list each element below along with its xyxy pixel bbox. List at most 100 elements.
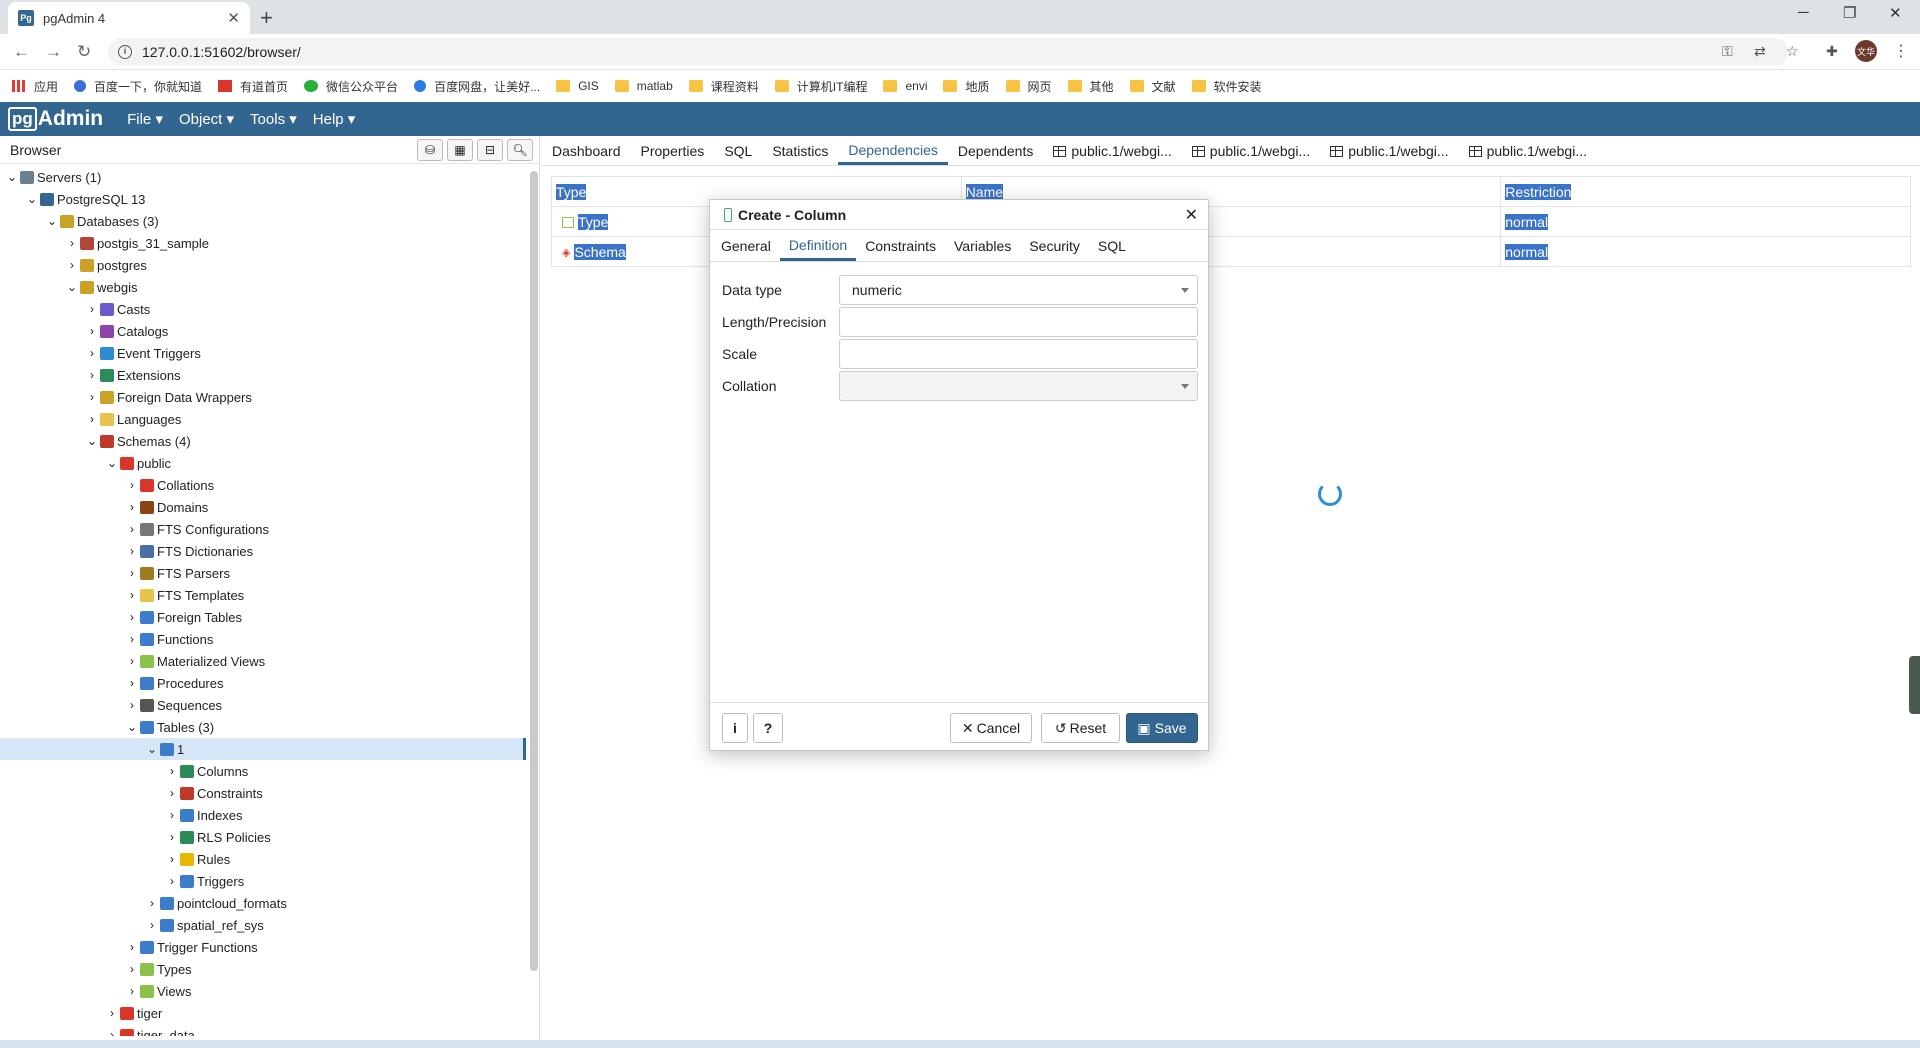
view-data-icon[interactable]: ▦: [447, 139, 473, 161]
menu-file[interactable]: File ▾: [127, 110, 163, 128]
tab-properties[interactable]: Properties: [631, 137, 715, 165]
tree-node[interactable]: › Event Triggers: [0, 342, 525, 364]
dialog-tab-definition[interactable]: Definition: [779, 231, 857, 261]
tree-node[interactable]: ⌄ Tables (3): [0, 716, 525, 738]
tree-node[interactable]: ⌄ 1: [0, 738, 525, 760]
chevron-right-icon[interactable]: ›: [84, 390, 100, 404]
key-icon[interactable]: ⚿: [1722, 43, 1733, 60]
bookmark-item[interactable]: 地质: [943, 78, 990, 95]
tree-node[interactable]: › FTS Configurations: [0, 518, 525, 540]
chevron-right-icon[interactable]: ›: [84, 368, 100, 382]
tree-node[interactable]: › Rules: [0, 848, 525, 870]
tree-node[interactable]: › tiger: [0, 1002, 525, 1024]
bookmark-item[interactable]: GIS: [556, 79, 599, 93]
tree-node[interactable]: › FTS Templates: [0, 584, 525, 606]
menu-tools[interactable]: Tools ▾: [250, 110, 297, 128]
tree-node[interactable]: › Extensions: [0, 364, 525, 386]
close-tab-icon[interactable]: ✕: [227, 9, 240, 27]
chevron-right-icon[interactable]: ›: [124, 962, 140, 976]
dialog-tab-variables[interactable]: Variables: [945, 231, 1020, 261]
chevron-right-icon[interactable]: ›: [124, 478, 140, 492]
tree-node[interactable]: › Collations: [0, 474, 525, 496]
tab-public-1-webgi-9[interactable]: public.1/webgi...: [1459, 137, 1597, 165]
tree-node[interactable]: › Indexes: [0, 804, 525, 826]
tab-dashboard[interactable]: Dashboard: [542, 137, 631, 165]
tree-node[interactable]: ⌄ Databases (3): [0, 210, 525, 232]
bookmark-item[interactable]: 其他: [1067, 78, 1114, 95]
tab-public-1-webgi-7[interactable]: public.1/webgi...: [1182, 137, 1320, 165]
side-handle[interactable]: [1909, 656, 1920, 714]
tree-node[interactable]: › Constraints: [0, 782, 525, 804]
bookmark-item[interactable]: 微信公众平台: [304, 78, 398, 95]
dialog-tab-general[interactable]: General: [712, 231, 780, 261]
chevron-right-icon[interactable]: ›: [84, 346, 100, 360]
back-icon[interactable]: ←: [13, 42, 30, 62]
chevron-right-icon[interactable]: ›: [164, 808, 180, 822]
tree-node[interactable]: › Functions: [0, 628, 525, 650]
bookmark-item[interactable]: 有道首页: [218, 78, 288, 95]
minimize-icon[interactable]: ─: [1798, 4, 1809, 21]
chevron-down-icon[interactable]: ⌄: [24, 192, 40, 206]
chevron-right-icon[interactable]: ›: [104, 1028, 120, 1036]
tree-scrollbar[interactable]: [530, 171, 538, 971]
menu-object[interactable]: Object ▾: [179, 110, 234, 128]
tree-node[interactable]: › FTS Parsers: [0, 562, 525, 584]
tab-dependencies[interactable]: Dependencies: [838, 137, 948, 165]
extensions-icon[interactable]: ✚: [1826, 43, 1838, 60]
tree-node[interactable]: › pointcloud_formats: [0, 892, 525, 914]
tab-public-1-webgi-8[interactable]: public.1/webgi...: [1320, 137, 1458, 165]
translate-icon[interactable]: ⇄: [1754, 43, 1766, 60]
url-field[interactable]: i 127.0.0.1:51602/browser/: [108, 38, 1788, 66]
reload-icon[interactable]: ↻: [77, 42, 91, 62]
tree-node[interactable]: › FTS Dictionaries: [0, 540, 525, 562]
chevron-down-icon[interactable]: ⌄: [104, 456, 120, 470]
restore-icon[interactable]: ❐: [1843, 4, 1856, 22]
chevron-right-icon[interactable]: ›: [84, 302, 100, 316]
tree-node[interactable]: › Catalogs: [0, 320, 525, 342]
chevron-right-icon[interactable]: ›: [124, 522, 140, 536]
collation-select[interactable]: [839, 371, 1198, 401]
bookmark-item[interactable]: 应用: [12, 78, 58, 95]
bookmark-item[interactable]: 课程资料: [688, 78, 759, 95]
reset-button[interactable]: ↺ Reset: [1041, 713, 1120, 743]
header-name[interactable]: Name: [965, 183, 1004, 200]
header-restriction[interactable]: Restriction: [1505, 183, 1572, 200]
forward-icon[interactable]: →: [45, 42, 62, 62]
chevron-right-icon[interactable]: ›: [124, 610, 140, 624]
browser-tab[interactable]: Pg pgAdmin 4 ✕: [8, 2, 250, 34]
length-input[interactable]: [839, 307, 1198, 337]
bookmark-item[interactable]: 文献: [1129, 78, 1176, 95]
tree-node[interactable]: › Trigger Functions: [0, 936, 525, 958]
bookmark-star-icon[interactable]: ☆: [1786, 43, 1799, 60]
bookmark-item[interactable]: 软件安装: [1191, 78, 1262, 95]
tree-node[interactable]: ⌄ Servers (1): [0, 166, 525, 188]
chevron-right-icon[interactable]: ›: [124, 984, 140, 998]
chevron-down-icon[interactable]: ⌄: [124, 720, 140, 734]
tree-node[interactable]: › Languages: [0, 408, 525, 430]
chevron-right-icon[interactable]: ›: [124, 544, 140, 558]
chevron-right-icon[interactable]: ›: [124, 698, 140, 712]
tree-node[interactable]: › spatial_ref_sys: [0, 914, 525, 936]
query-tool-icon[interactable]: ⛁: [417, 139, 443, 161]
site-info-icon[interactable]: i: [118, 45, 132, 59]
tree-node[interactable]: › Domains: [0, 496, 525, 518]
bookmark-item[interactable]: envi: [883, 79, 927, 93]
chevron-right-icon[interactable]: ›: [124, 588, 140, 602]
close-dialog-icon[interactable]: ✕: [1185, 205, 1198, 225]
tree-node[interactable]: ⌄ PostgreSQL 13: [0, 188, 525, 210]
chevron-right-icon[interactable]: ›: [64, 258, 80, 272]
tree-node[interactable]: › postgis_31_sample: [0, 232, 525, 254]
tree-node[interactable]: › tiger_data: [0, 1024, 525, 1036]
tree-node[interactable]: › Views: [0, 980, 525, 1002]
tree-node[interactable]: › postgres: [0, 254, 525, 276]
filter-rows-icon[interactable]: ⊟: [477, 139, 503, 161]
new-tab-icon[interactable]: +: [260, 5, 273, 31]
dialog-tab-sql[interactable]: SQL: [1089, 231, 1135, 261]
chevron-down-icon[interactable]: ⌄: [64, 280, 80, 294]
dialog-tab-constraints[interactable]: Constraints: [856, 231, 945, 261]
tree-node[interactable]: ⌄ Schemas (4): [0, 430, 525, 452]
chevron-right-icon[interactable]: ›: [124, 676, 140, 690]
chevron-right-icon[interactable]: ›: [144, 918, 160, 932]
tree-node[interactable]: › Materialized Views: [0, 650, 525, 672]
chevron-right-icon[interactable]: ›: [164, 786, 180, 800]
